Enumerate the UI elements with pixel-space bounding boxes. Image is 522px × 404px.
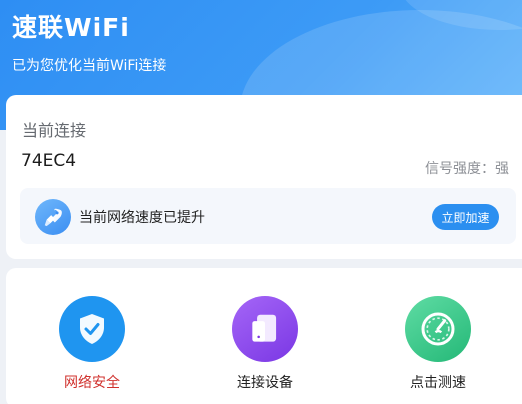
wifi-ssid: 74EC4 <box>21 151 77 171</box>
tool-connected-devices[interactable]: 连接设备 <box>205 296 325 392</box>
boost-now-button[interactable]: 立即加速 <box>432 204 499 230</box>
connection-card: 当前连接 74EC4 信号强度：强 当前网络速度已提升 立即加速 <box>6 95 522 259</box>
shield-check-icon <box>59 296 125 362</box>
tool-label: 网络安全 <box>64 375 120 391</box>
speed-boost-banner: 当前网络速度已提升 立即加速 <box>20 188 516 244</box>
tool-network-security[interactable]: 网络安全 <box>32 296 152 392</box>
rocket-icon <box>35 199 71 235</box>
speedometer-icon <box>405 296 471 362</box>
app-title: 速联WiFi <box>12 13 130 42</box>
signal-strength: 信号强度：强 <box>425 161 509 177</box>
devices-icon <box>232 296 298 362</box>
app-subtitle: 已为您优化当前WiFi连接 <box>12 58 167 74</box>
tools-card: 网络安全 连接设备 点击测速 <box>6 268 522 404</box>
boost-status-text: 当前网络速度已提升 <box>79 210 205 226</box>
tool-label: 点击测速 <box>410 375 466 391</box>
connection-label: 当前连接 <box>22 121 87 140</box>
tool-label: 连接设备 <box>237 375 293 391</box>
tool-speed-test[interactable]: 点击测速 <box>378 296 498 392</box>
